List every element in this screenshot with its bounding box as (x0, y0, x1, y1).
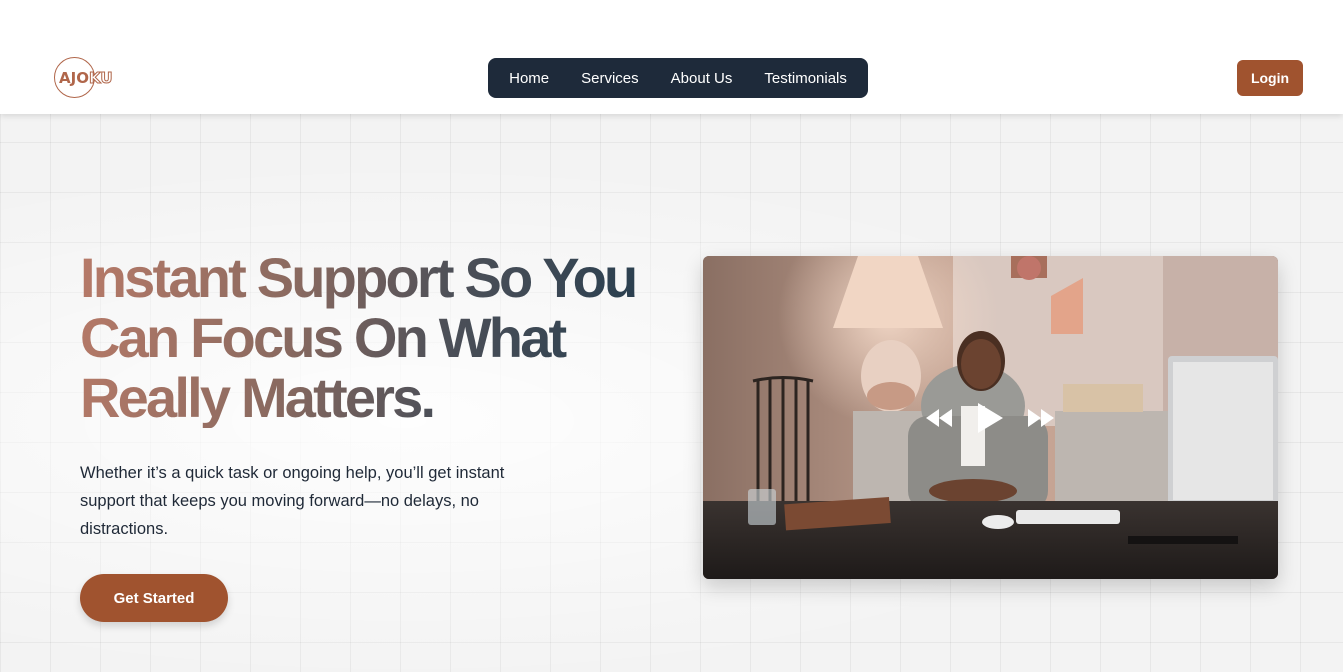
logo[interactable]: AJOKU (54, 57, 134, 98)
fast-forward-icon[interactable] (1027, 407, 1055, 429)
hero-section: Instant Support So You Can Focus On What… (0, 114, 1343, 672)
nav-item-about-us[interactable]: About Us (655, 70, 749, 87)
logo-text: AJOKU (59, 69, 113, 88)
logo-text-part-b: KU (88, 69, 113, 88)
video-controls (925, 399, 1055, 437)
hero-subtext: Whether it’s a quick task or ongoing hel… (80, 464, 505, 538)
logo-text-part-a: AJO (59, 69, 89, 87)
rewind-icon[interactable] (925, 407, 953, 429)
get-started-button[interactable]: Get Started (80, 574, 228, 622)
login-button[interactable]: Login (1237, 60, 1303, 96)
play-icon[interactable] (975, 401, 1005, 435)
nav-item-testimonials[interactable]: Testimonials (748, 70, 863, 87)
nav-item-home[interactable]: Home (493, 70, 565, 87)
video-player[interactable] (703, 256, 1278, 579)
site-header: AJOKU Home Services About Us Testimonial… (0, 0, 1343, 114)
main-nav: Home Services About Us Testimonials (488, 58, 868, 98)
hero-headline: Instant Support So You Can Focus On What… (80, 248, 680, 428)
nav-item-services[interactable]: Services (565, 70, 655, 87)
